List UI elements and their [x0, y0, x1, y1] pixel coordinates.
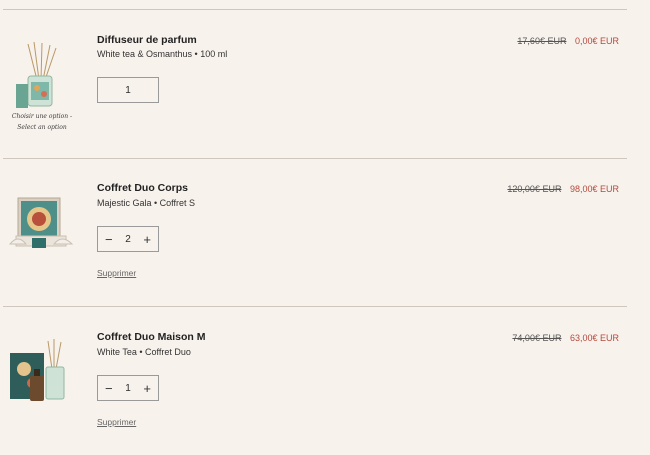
reed-diffuser-icon[interactable]: [6, 40, 76, 116]
item-title: Diffuseur de parfum: [97, 34, 197, 46]
quantity-field[interactable]: 1: [97, 77, 159, 103]
cart-item-coffret-duo-maison: Coffret Duo Maison M White Tea • Coffret…: [0, 307, 650, 455]
item-title: Coffret Duo Corps: [97, 182, 188, 194]
old-price: 120,00€ EUR: [507, 184, 562, 194]
home-gift-set-icon[interactable]: [6, 335, 76, 411]
quantity-value[interactable]: 1: [125, 85, 131, 96]
cart-item-diffuser: Choisir une option - Select an option Di…: [0, 10, 650, 158]
plus-icon[interactable]: +: [143, 382, 151, 395]
minus-icon[interactable]: −: [105, 233, 113, 246]
item-subtitle: White tea & Osmanthus • 100 ml: [97, 49, 228, 59]
price-group: 120,00€ EUR 98,00€ EUR: [507, 184, 619, 194]
old-price: 17,60€ EUR: [517, 36, 567, 46]
item-subtitle: Majestic Gala • Coffret S: [97, 198, 196, 208]
quantity-stepper[interactable]: − 1 +: [97, 375, 159, 401]
item-subtitle: White Tea • Coffret Duo: [97, 347, 191, 357]
quantity-value[interactable]: 1: [125, 383, 131, 394]
gift-box-icon[interactable]: [6, 186, 76, 262]
sale-price: 63,00€ EUR: [569, 333, 619, 343]
old-price: 74,00€ EUR: [512, 333, 562, 343]
option-caption[interactable]: Choisir une option - Select an option: [2, 111, 82, 133]
remove-link[interactable]: Supprimer: [97, 417, 136, 427]
plus-icon[interactable]: +: [143, 233, 151, 246]
minus-icon[interactable]: −: [105, 382, 113, 395]
quantity-value[interactable]: 2: [125, 234, 131, 245]
sale-price: 98,00€ EUR: [569, 184, 619, 194]
sale-price: 0,00€ EUR: [574, 36, 619, 46]
price-group: 74,00€ EUR 63,00€ EUR: [512, 333, 619, 343]
price-group: 17,60€ EUR 0,00€ EUR: [517, 36, 619, 46]
item-title: Coffret Duo Maison M: [97, 331, 206, 343]
cart-item-coffret-duo-corps: Coffret Duo Corps Majestic Gala • Coffre…: [0, 158, 650, 306]
remove-link[interactable]: Supprimer: [97, 268, 136, 278]
quantity-stepper[interactable]: − 2 +: [97, 226, 159, 252]
